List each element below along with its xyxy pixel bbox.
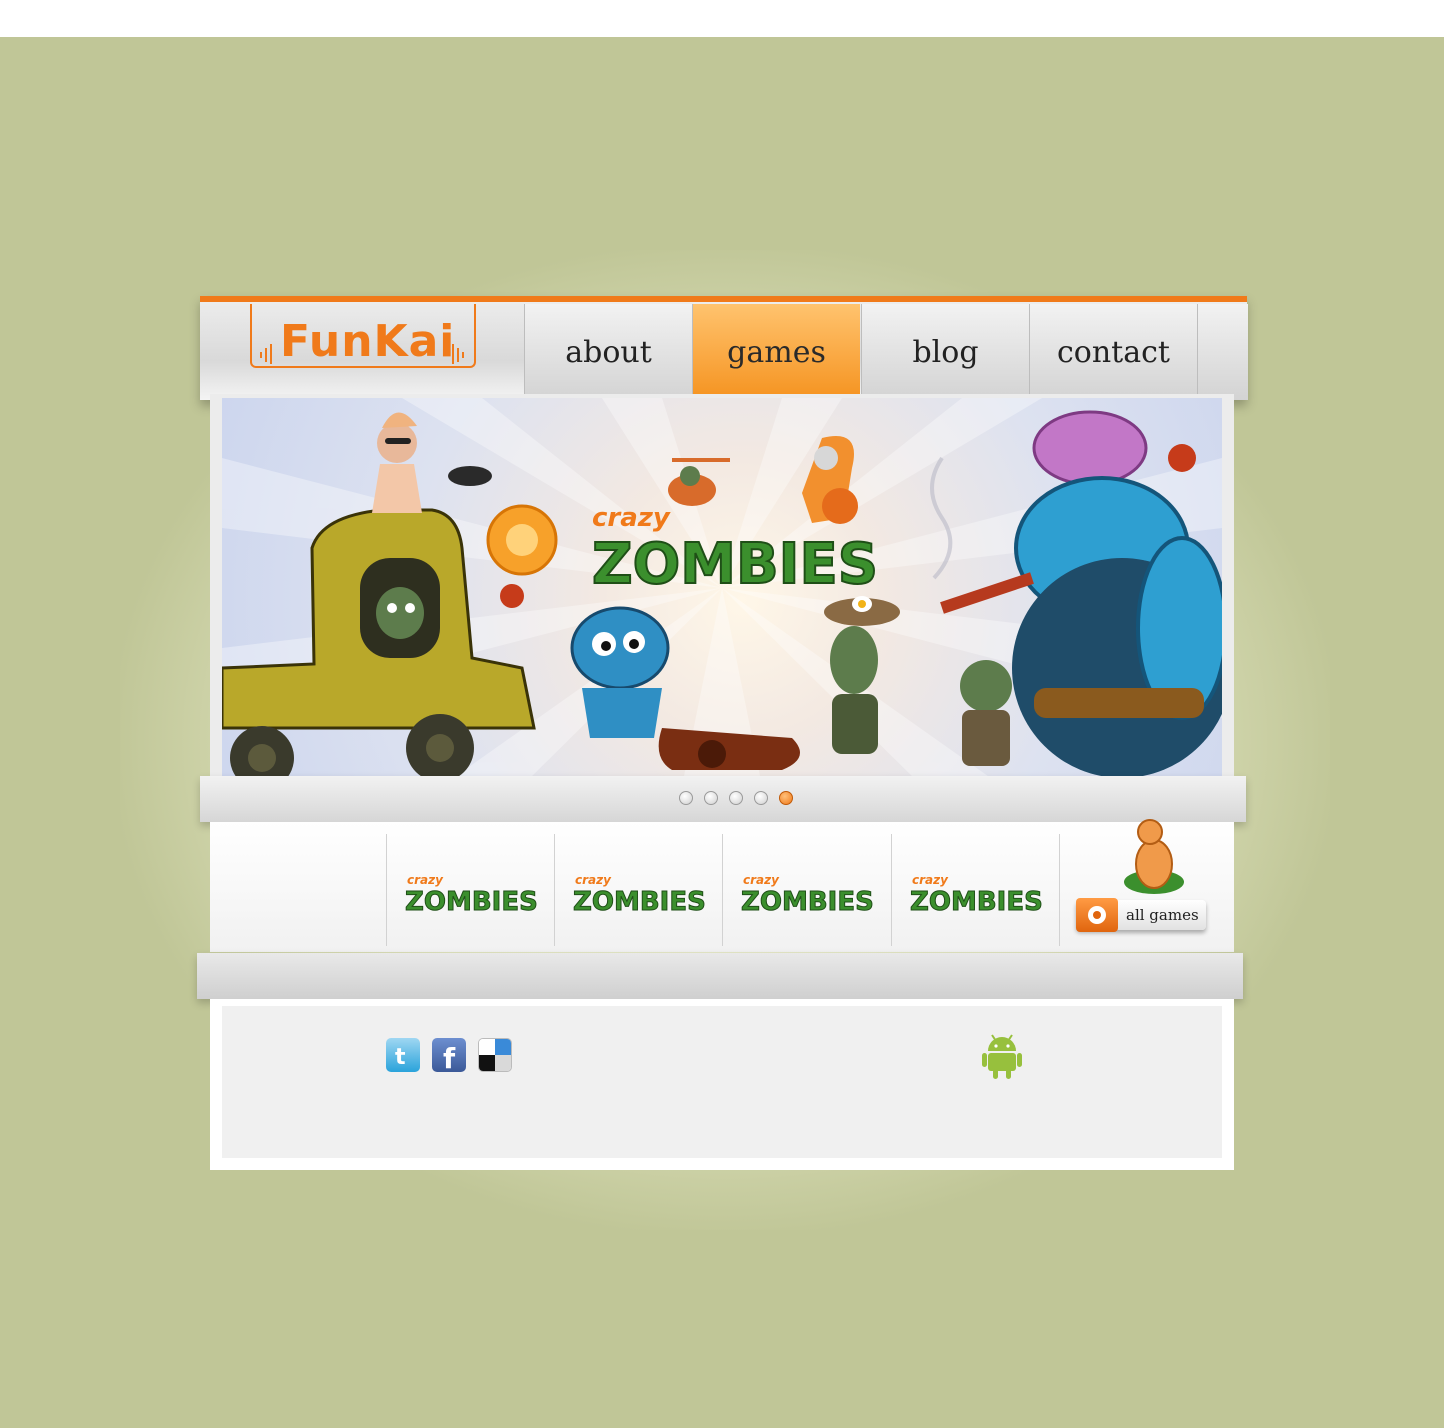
crazy-zombies-thumb-logo: crazy ZOMBIES	[741, 873, 874, 914]
crazy-zombies-thumb-logo: crazy ZOMBIES	[910, 873, 1043, 914]
svg-text:ZOMBIES: ZOMBIES	[741, 887, 874, 914]
hero-title-small: crazy	[592, 503, 671, 533]
divider-bar	[197, 953, 1243, 999]
svg-text:crazy: crazy	[575, 873, 612, 887]
slider-dot-4[interactable]	[754, 791, 768, 805]
small-zombie	[960, 660, 1012, 766]
logo[interactable]: FunKai	[250, 304, 476, 368]
nav-end-cap	[1197, 304, 1248, 400]
svg-text:ZOMBIES: ZOMBIES	[405, 887, 538, 914]
site-header: FunKai about games blog contact	[200, 296, 1248, 400]
svg-text:crazy: crazy	[407, 873, 444, 887]
svg-text:f: f	[443, 1042, 456, 1072]
all-games-label: all games	[1126, 906, 1199, 924]
scooter-zombie	[802, 436, 858, 524]
blue-zombie-mower	[570, 606, 800, 770]
nav-blog[interactable]: blog	[861, 304, 1029, 400]
nav-about[interactable]: about	[524, 304, 692, 400]
mascot-icon	[1124, 819, 1184, 894]
twitter-icon[interactable]: t	[386, 1038, 420, 1072]
slider-bar	[200, 776, 1246, 822]
game-thumbnail-3[interactable]: crazy ZOMBIES	[722, 834, 888, 946]
logo-text: FunKai	[280, 316, 456, 367]
svg-text:crazy: crazy	[743, 873, 780, 887]
hero-title-large: ZOMBIES	[592, 532, 878, 597]
orange-balloon	[486, 504, 558, 608]
facebook-icon[interactable]: f	[432, 1038, 466, 1072]
svg-text:crazy: crazy	[912, 873, 949, 887]
game-thumbnails: crazy ZOMBIES crazy ZOMBIES crazy ZOMBIE…	[210, 819, 1234, 952]
logo-right-bars-icon	[452, 344, 464, 364]
logo-left-bars-icon	[260, 344, 272, 364]
hero-illustration: crazy ZOMBIES	[222, 398, 1222, 786]
nav-games[interactable]: games	[692, 304, 860, 400]
crazy-zombies-thumb-logo: crazy ZOMBIES	[405, 873, 538, 914]
slider-dot-5[interactable]	[779, 791, 793, 805]
game-thumbnail-4[interactable]: crazy ZOMBIES	[891, 834, 1057, 946]
slider-dot-2[interactable]	[704, 791, 718, 805]
crazy-zombies-thumb-logo: crazy ZOMBIES	[573, 873, 706, 914]
zombie-driver	[376, 587, 424, 639]
svg-text:ZOMBIES: ZOMBIES	[910, 887, 1043, 914]
svg-text:t: t	[395, 1045, 406, 1070]
nav-contact[interactable]: contact	[1029, 304, 1197, 400]
android-icon[interactable]	[982, 1033, 1022, 1079]
delicious-icon[interactable]	[478, 1038, 512, 1072]
slider-dot-3[interactable]	[729, 791, 743, 805]
game-thumbnail-1[interactable]: crazy ZOMBIES	[386, 834, 552, 946]
slider-dot-1[interactable]	[679, 791, 693, 805]
all-games-button[interactable]: all games	[1076, 898, 1206, 932]
hero-banner[interactable]: crazy ZOMBIES	[222, 398, 1222, 786]
svg-text:ZOMBIES: ZOMBIES	[573, 887, 706, 914]
game-eye-icon	[1076, 898, 1118, 932]
footer	[222, 1006, 1222, 1158]
game-thumbnail-2[interactable]: crazy ZOMBIES	[554, 834, 720, 946]
